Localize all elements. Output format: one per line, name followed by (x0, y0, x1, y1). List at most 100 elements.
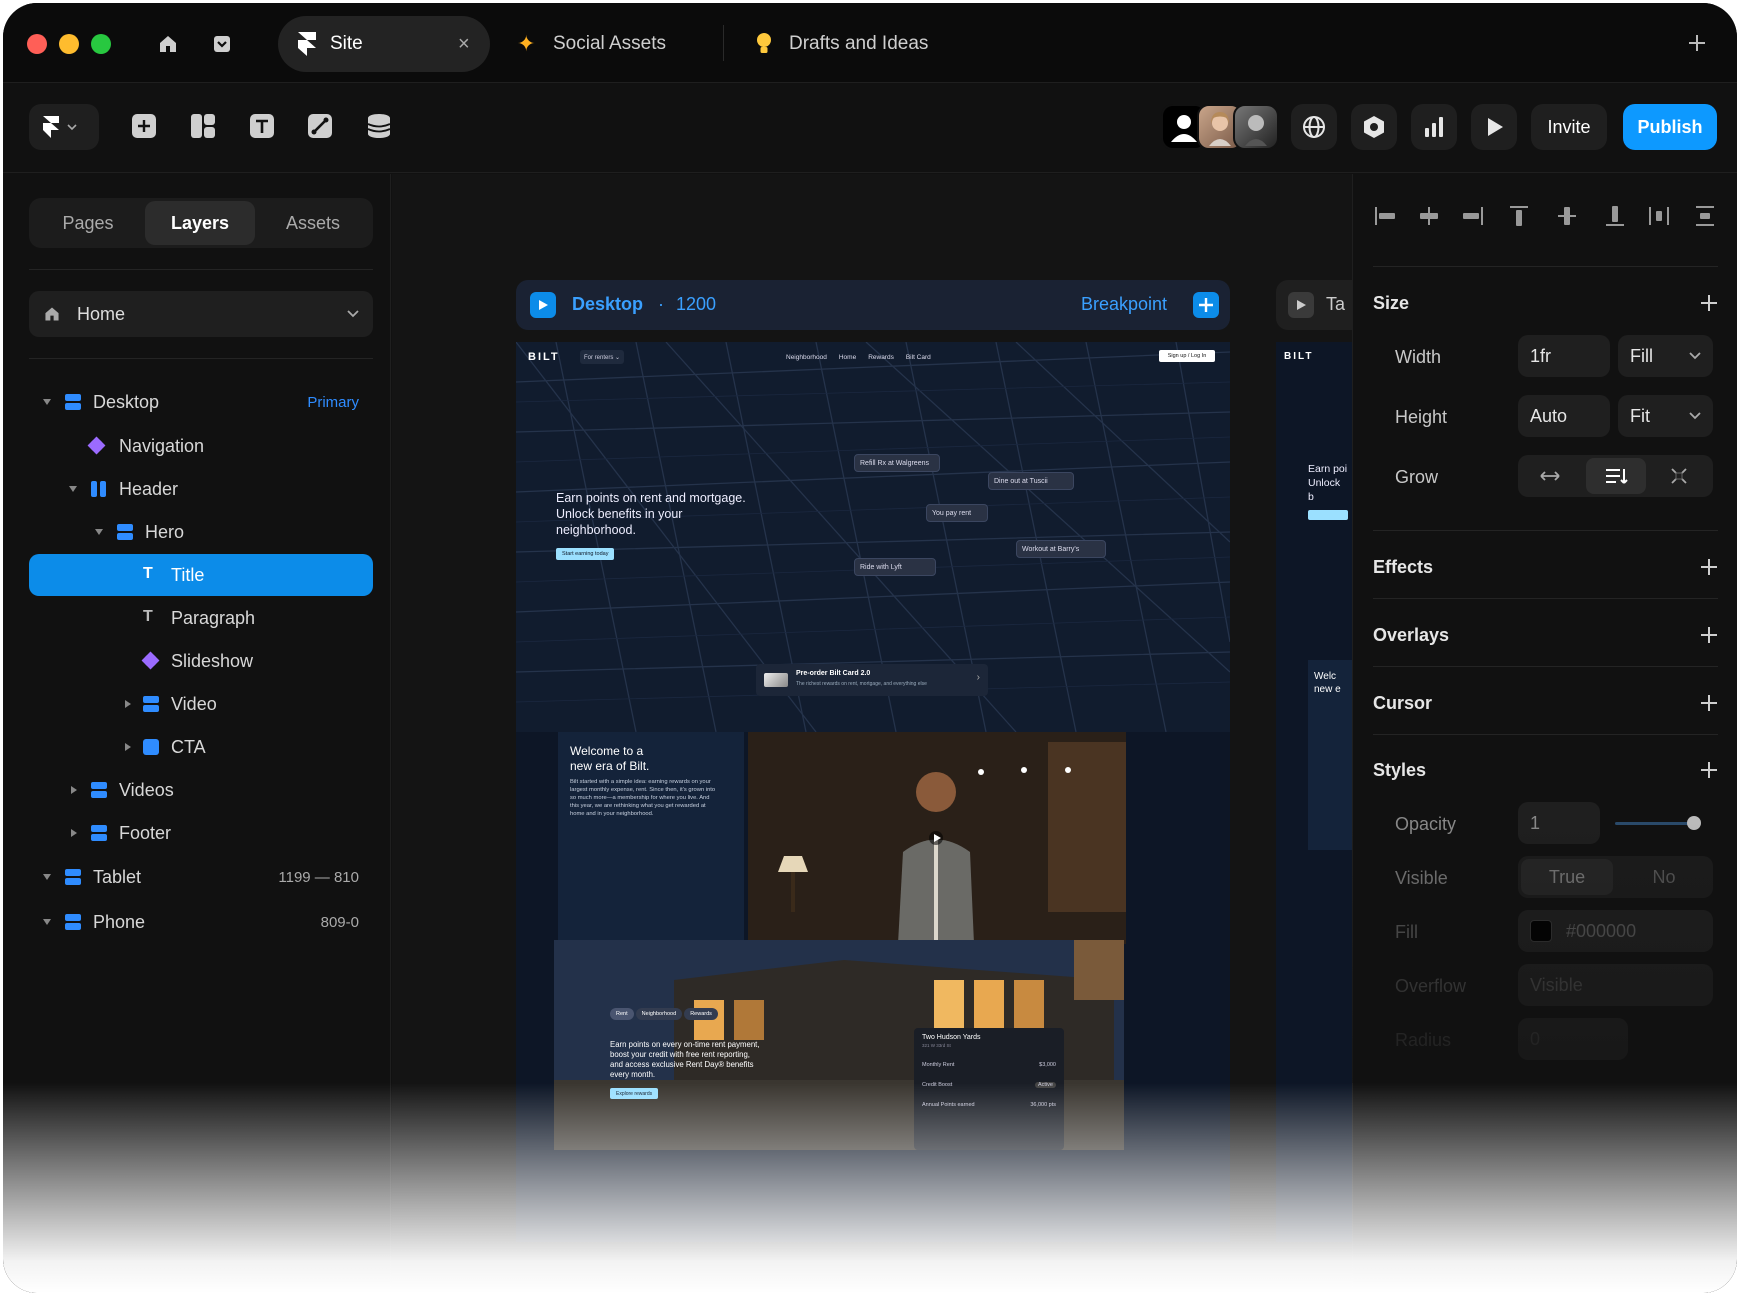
height-input[interactable]: Auto (1518, 395, 1610, 437)
grow-segmented-control (1518, 455, 1713, 497)
layer-navigation[interactable]: Navigation (29, 425, 373, 467)
collapsed-caret-icon[interactable] (125, 743, 131, 751)
vector-pen-icon[interactable] (305, 111, 335, 141)
sparkle-icon: ✦ (517, 31, 536, 56)
text-tool-icon[interactable] (247, 111, 277, 141)
layer-slideshow[interactable]: Slideshow (29, 640, 373, 682)
tab-label: Drafts and Ideas (789, 33, 929, 54)
align-bottom-icon[interactable] (1603, 204, 1627, 228)
site-for-renters: For renters ⌄ (580, 350, 625, 364)
layer-tablet[interactable]: Tablet 1199 — 810 (29, 856, 373, 898)
globe-button[interactable] (1291, 104, 1337, 150)
frame-header-tablet[interactable]: Ta (1276, 280, 1352, 330)
text-layer-icon: T (143, 608, 153, 625)
add-breakpoint-icon[interactable] (1193, 292, 1219, 318)
layer-phone[interactable]: Phone 809-0 (29, 901, 373, 943)
radius-input[interactable]: 0 (1518, 1018, 1628, 1060)
distribute-horizontal-icon[interactable] (1647, 204, 1671, 228)
visible-true-option[interactable]: True (1521, 859, 1613, 895)
analytics-button[interactable] (1411, 104, 1457, 150)
tab-layers[interactable]: Layers (145, 201, 255, 245)
preview-frame-icon[interactable] (1288, 292, 1314, 318)
avatar[interactable] (1233, 104, 1279, 150)
preview-frame-icon[interactable] (530, 292, 556, 318)
opacity-slider-handle[interactable] (1687, 816, 1701, 830)
insert-icon[interactable] (129, 111, 159, 141)
add-size-icon[interactable] (1701, 295, 1717, 311)
desktop-frame[interactable]: BILT For renters ⌄ Neighborhood Home Rew… (516, 342, 1230, 1242)
layer-title-selected[interactable]: T Title (29, 554, 373, 596)
width-label: Width (1395, 347, 1442, 367)
width-mode-select[interactable]: Fill (1618, 335, 1713, 377)
tab-site[interactable]: Site × (278, 16, 490, 72)
width-input[interactable]: 1fr (1518, 335, 1610, 377)
canvas[interactable]: Desktop · 1200 Breakpoint Ta BILT For re… (392, 174, 1352, 1293)
invite-button[interactable]: Invite (1531, 104, 1607, 150)
collaborators[interactable] (1161, 104, 1279, 150)
expand-caret-icon[interactable] (69, 486, 77, 492)
close-tab-icon[interactable]: × (458, 33, 470, 56)
publish-button[interactable]: Publish (1623, 104, 1717, 150)
tab-assets[interactable]: Assets (257, 201, 369, 245)
add-overlay-icon[interactable] (1701, 627, 1717, 643)
primary-badge: Primary (307, 393, 359, 411)
fill-input[interactable]: #000000 (1518, 910, 1713, 952)
fill-swatch[interactable] (1530, 920, 1552, 942)
add-effect-icon[interactable] (1701, 559, 1717, 575)
settings-button[interactable] (1351, 104, 1397, 150)
home-icon[interactable] (153, 29, 183, 59)
tab-divider (723, 25, 724, 61)
distribute-vertical-icon[interactable] (1693, 204, 1717, 228)
layer-cta[interactable]: CTA (29, 726, 373, 768)
grow-horizontal-icon[interactable] (1538, 465, 1562, 487)
align-top-icon[interactable] (1507, 204, 1531, 228)
maximize-window-button[interactable] (91, 34, 111, 54)
expand-caret-icon[interactable] (43, 874, 51, 880)
collapsed-caret-icon[interactable] (71, 786, 77, 794)
height-mode-select[interactable]: Fit (1618, 395, 1713, 437)
page-select[interactable]: Home (29, 291, 373, 337)
add-style-icon[interactable] (1701, 762, 1717, 778)
app-window: Site × ✦ Social Assets Drafts and Ideas (3, 3, 1737, 1293)
layer-video[interactable]: Video (29, 683, 373, 725)
expand-caret-icon[interactable] (95, 529, 103, 535)
align-middle-icon[interactable] (1555, 204, 1579, 228)
layout-icon[interactable] (188, 111, 218, 141)
collapsed-caret-icon[interactable] (71, 829, 77, 837)
overflow-select[interactable]: Visible (1518, 964, 1713, 1006)
add-cursor-icon[interactable] (1701, 695, 1717, 711)
expand-caret-icon[interactable] (43, 919, 51, 925)
preview-button[interactable] (1471, 104, 1517, 150)
opacity-slider-track[interactable] (1615, 822, 1695, 825)
expand-caret-icon[interactable] (43, 399, 51, 405)
minimize-window-button[interactable] (59, 34, 79, 54)
grow-stack-option[interactable] (1586, 458, 1646, 494)
layer-footer[interactable]: Footer (29, 812, 373, 854)
align-right-icon[interactable] (1461, 204, 1485, 228)
align-center-horizontal-icon[interactable] (1417, 204, 1441, 228)
close-window-button[interactable] (27, 34, 47, 54)
tab-pages[interactable]: Pages (33, 201, 143, 245)
layer-hero[interactable]: Hero (29, 511, 373, 553)
chevron-down-icon (347, 310, 359, 318)
inbox-icon[interactable] (207, 29, 237, 59)
visible-no-option[interactable]: No (1618, 859, 1710, 895)
grow-fill-icon[interactable] (1668, 465, 1690, 487)
layer-label: Videos (119, 779, 174, 800)
new-tab-icon[interactable] (1687, 33, 1707, 53)
align-left-icon[interactable] (1373, 204, 1397, 228)
main-menu-button[interactable] (29, 104, 99, 150)
divider (1373, 598, 1718, 599)
layer-videos[interactable]: Videos (29, 769, 373, 811)
tab-social-assets[interactable]: ✦ Social Assets (513, 16, 703, 72)
opacity-input[interactable]: 1 (1518, 802, 1600, 844)
layer-paragraph[interactable]: T Paragraph (29, 597, 373, 639)
collapsed-caret-icon[interactable] (125, 700, 131, 708)
tablet-frame[interactable]: BILT Earn poi Unlock b neighbo Welc new … (1276, 342, 1352, 1242)
tab-drafts-and-ideas[interactable]: Drafts and Ideas (751, 16, 981, 72)
frame-header-desktop[interactable]: Desktop · 1200 Breakpoint (516, 280, 1230, 330)
cms-database-icon[interactable] (364, 111, 394, 141)
framer-logo-icon (298, 32, 316, 62)
layer-desktop[interactable]: Desktop Primary (29, 381, 373, 423)
layer-header[interactable]: Header (29, 468, 373, 510)
